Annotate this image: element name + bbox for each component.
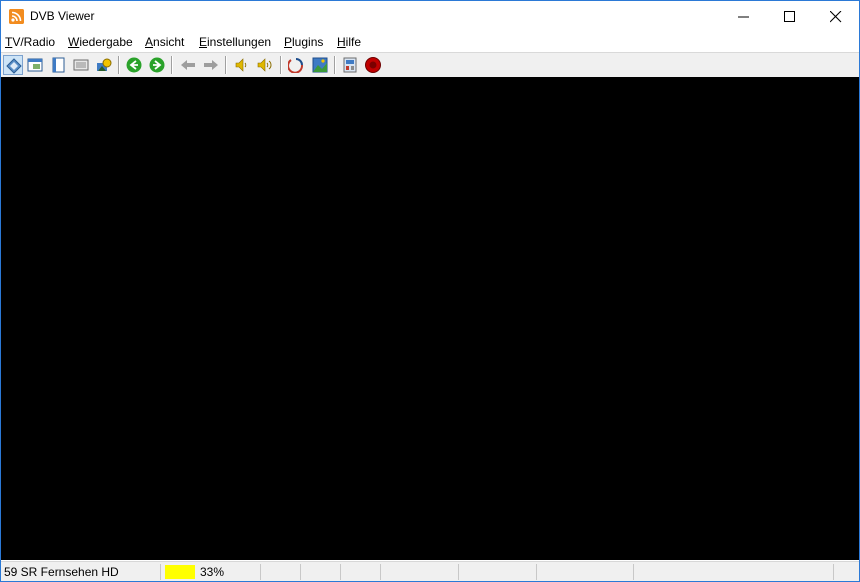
menu-bar: TV/Radio Wiedergabe Ansicht Einstellunge…: [1, 32, 859, 52]
status-divider: [833, 564, 834, 580]
snapshot-icon: [312, 57, 328, 73]
recorder-button[interactable]: [340, 55, 360, 75]
volume-down-icon: [235, 58, 247, 72]
channel-list-icon: [6, 58, 22, 74]
window-title: DVB Viewer: [30, 9, 95, 23]
status-divider: [380, 564, 381, 580]
menu-ansicht[interactable]: Ansicht: [145, 35, 184, 49]
record-icon: [365, 57, 381, 73]
window-mode-button[interactable]: [25, 55, 45, 75]
fullscreen-button[interactable]: [48, 55, 68, 75]
menu-hilfe[interactable]: Hilfe: [337, 35, 361, 49]
toolbar: [1, 53, 859, 77]
status-divider: [633, 564, 634, 580]
menu-wiedergabe[interactable]: Wiedergabe: [68, 35, 133, 49]
close-button[interactable]: [813, 1, 859, 32]
volume-up-icon: [257, 58, 272, 72]
channel-list-button[interactable]: [3, 55, 23, 75]
minimize-icon: [738, 16, 749, 18]
teletext-button[interactable]: [286, 55, 306, 75]
toolbar-separator: [225, 56, 227, 74]
toolbar-separator: [171, 56, 173, 74]
epg-button[interactable]: [94, 55, 114, 75]
status-divider: [260, 564, 261, 580]
dvb-viewer-window: DVB Viewer TV/Radio Wiedergabe Ansicht E…: [0, 0, 860, 582]
desktop-mode-icon: [73, 59, 89, 71]
close-icon: [830, 11, 842, 23]
menu-tv-radio[interactable]: TV/Radio: [5, 35, 55, 49]
toolbar-separator: [118, 56, 120, 74]
signal-strength-meter: [165, 565, 195, 579]
maximize-icon: [784, 11, 795, 22]
minimize-button[interactable]: [721, 1, 767, 32]
back-icon: [126, 57, 142, 73]
signal-strength-percent: 33%: [200, 565, 225, 579]
status-divider: [536, 564, 537, 580]
toolbar-separator: [280, 56, 282, 74]
status-bar: 59 SR Fernsehen HD 33%: [1, 561, 859, 581]
next-channel-button[interactable]: [201, 55, 221, 75]
status-divider: [340, 564, 341, 580]
current-channel-name: 59 SR Fernsehen HD: [4, 565, 119, 579]
toolbar-separator: [334, 56, 336, 74]
forward-button[interactable]: [147, 55, 167, 75]
status-divider: [160, 564, 161, 580]
snapshot-button[interactable]: [310, 55, 330, 75]
back-button[interactable]: [124, 55, 144, 75]
forward-icon: [149, 57, 165, 73]
maximize-button[interactable]: [767, 1, 813, 32]
volume-down-button[interactable]: [231, 55, 251, 75]
recorder-icon: [343, 57, 357, 73]
previous-channel-icon: [181, 60, 195, 70]
video-display[interactable]: [1, 77, 859, 560]
epg-icon: [97, 58, 112, 71]
previous-channel-button[interactable]: [178, 55, 198, 75]
status-divider: [458, 564, 459, 580]
fullscreen-icon: [52, 57, 65, 73]
title-bar[interactable]: DVB Viewer: [1, 1, 859, 32]
status-divider: [300, 564, 301, 580]
window-mode-icon: [27, 58, 43, 72]
menu-einstellungen[interactable]: Einstellungen: [199, 35, 271, 49]
record-button[interactable]: [363, 55, 383, 75]
next-channel-icon: [204, 60, 218, 70]
volume-up-button[interactable]: [255, 55, 275, 75]
menu-plugins[interactable]: Plugins: [284, 35, 323, 49]
teletext-icon: [288, 58, 304, 73]
desktop-mode-button[interactable]: [71, 55, 91, 75]
dvb-viewer-app-icon[interactable]: [9, 9, 24, 24]
